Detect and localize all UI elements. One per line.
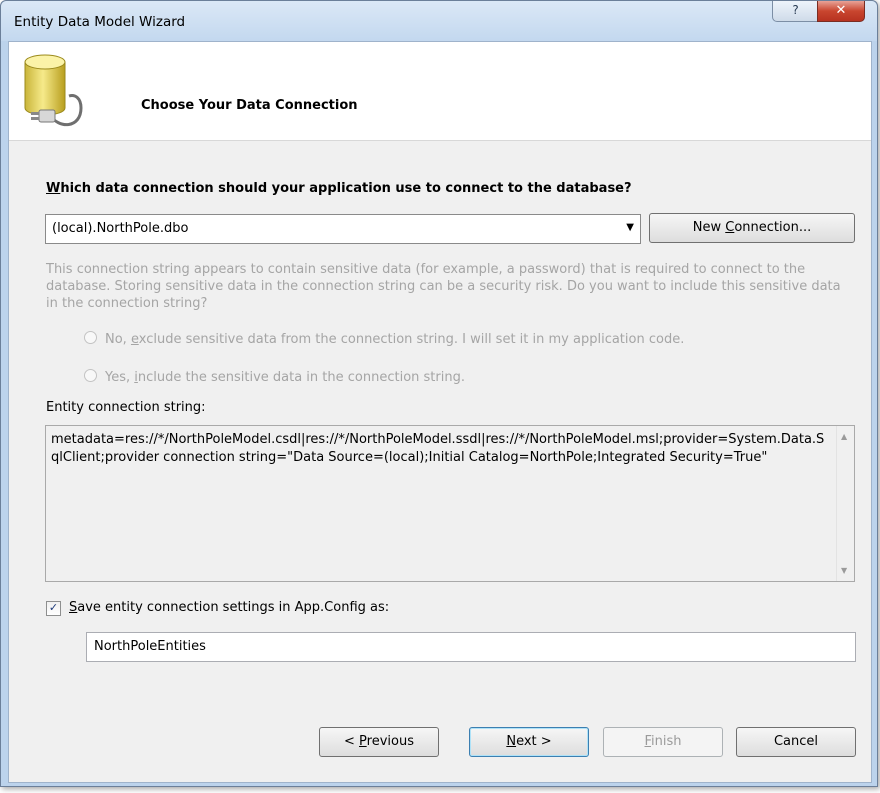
wizard-header: Choose Your Data Connection xyxy=(9,42,871,141)
wizard-window: Entity Data Model Wizard ? ✕ Choose Your… xyxy=(0,0,878,787)
window-title: Entity Data Model Wizard xyxy=(14,14,186,30)
next-button[interactable]: Next > xyxy=(469,727,589,757)
entity-connection-label: Entity connection string: xyxy=(46,400,206,415)
radio-label: Yes, xyxy=(105,370,135,385)
radio-include-sensitive[interactable]: Yes, include the sensitive data in the c… xyxy=(84,369,465,385)
access-key: N xyxy=(506,734,517,749)
entity-connection-string: metadata=res://*/NorthPoleModel.csdl|res… xyxy=(51,432,825,465)
radio-label: xclude sensitive data from the connectio… xyxy=(138,332,685,347)
access-key: P xyxy=(359,734,367,749)
selected-connection: (local).NorthPole.dbo xyxy=(52,221,189,236)
radio-exclude-sensitive[interactable]: No, exclude sensitive data from the conn… xyxy=(84,331,684,347)
btn-label: onnection... xyxy=(734,220,812,235)
radio-icon xyxy=(84,369,97,382)
new-connection-button[interactable]: New Connection... xyxy=(649,213,855,243)
close-icon: ✕ xyxy=(835,3,847,18)
entities-name-input[interactable]: NorthPoleEntities xyxy=(86,632,856,662)
scroll-up-icon[interactable]: ▲ xyxy=(841,432,847,441)
connection-question-label: Which data connection should your applic… xyxy=(46,181,632,196)
label-text: ave entity connection settings in App.Co… xyxy=(77,600,390,615)
help-button[interactable]: ? xyxy=(772,1,819,22)
wizard-body: Choose Your Data Connection Which data c… xyxy=(8,41,872,783)
sensitive-data-info: This connection string appears to contai… xyxy=(46,262,841,311)
access-key: e xyxy=(130,332,139,347)
radio-label: No, xyxy=(105,332,131,347)
btn-label: ext > xyxy=(516,734,552,749)
connection-dropdown[interactable]: (local).NorthPole.dbo ▼ xyxy=(45,214,641,244)
access-key: C xyxy=(725,220,735,235)
page-title: Choose Your Data Connection xyxy=(141,98,358,113)
btn-label: < xyxy=(344,734,360,749)
btn-label: Cancel xyxy=(773,734,819,749)
title-bar: Entity Data Model Wizard ? ✕ xyxy=(1,1,877,41)
save-settings-label: Save entity connection settings in App.C… xyxy=(69,600,389,615)
check-icon: ✓ xyxy=(48,601,59,614)
close-button[interactable]: ✕ xyxy=(817,1,865,22)
cancel-button[interactable]: Cancel xyxy=(736,727,856,757)
entity-connection-textbox[interactable]: metadata=res://*/NorthPoleModel.csdl|res… xyxy=(45,425,855,582)
access-key: W xyxy=(46,181,61,196)
question-text: hich data connection should your applica… xyxy=(60,181,632,196)
btn-label: revious xyxy=(366,734,414,749)
vertical-scrollbar[interactable]: ▲ ▼ xyxy=(836,426,854,581)
previous-button[interactable]: < Previous xyxy=(319,727,439,757)
btn-label: inish xyxy=(651,734,682,749)
entities-name-value: NorthPoleEntities xyxy=(94,639,206,654)
database-plug-icon xyxy=(24,54,83,126)
help-icon: ? xyxy=(792,3,799,17)
radio-label: nclude the sensitive data in the connect… xyxy=(137,370,465,385)
dropdown-arrow-icon: ▼ xyxy=(626,222,634,233)
save-settings-checkbox[interactable]: ✓ xyxy=(46,601,61,616)
btn-label: New xyxy=(692,220,726,235)
finish-button[interactable]: Finish xyxy=(603,727,723,757)
scroll-down-icon[interactable]: ▼ xyxy=(841,566,847,575)
radio-icon xyxy=(84,331,97,344)
